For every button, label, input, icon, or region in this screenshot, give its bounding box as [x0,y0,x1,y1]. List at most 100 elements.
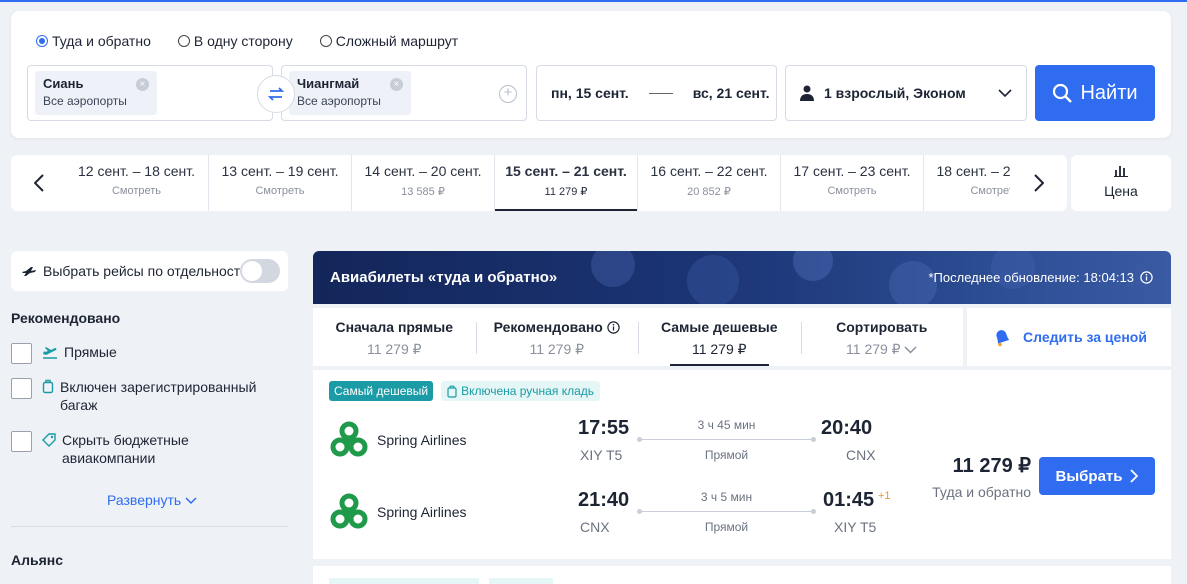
trip-type-label: Сложный маршрут [335,33,459,49]
flight-result-card[interactable]: Самый дешевый Включена ручная кладь Spri… [313,370,1171,559]
checkbox[interactable] [11,431,32,452]
search-button-label: Найти [1080,81,1138,104]
filter-text: Прямые [64,344,117,360]
bar-chart-icon [1114,166,1128,177]
hand-luggage-text: Включена ручная кладь [461,384,595,398]
carousel-sub: Смотреть [255,185,305,197]
origin-chip: Сиань Все аэропорты × [35,71,157,115]
passengers-display: 1 взрослый, Эконом [800,66,1026,120]
sort-label: Сначала прямые [313,319,476,335]
sort-direct-first[interactable]: Сначала прямые 11 279 ₽ [313,308,476,366]
spring-airlines-logo [330,493,368,529]
passengers-field[interactable]: 1 взрослый, Эконом [785,65,1027,121]
carousel-item[interactable]: 16 сент. – 22 сент. 20 852 ₽ [637,155,780,211]
stops-info: Прямой [704,520,749,534]
origin-field[interactable]: Сиань Все аэропорты × [27,65,273,121]
sort-dropdown[interactable]: Сортировать 11 279 ₽ [800,308,964,366]
arrival-time: 01:45 [823,489,875,511]
departure-time: 17:55 [578,417,630,439]
departure-time: 21:40 [578,489,630,511]
price-chart-button[interactable]: Цена [1071,155,1171,211]
bell-icon [996,330,1010,347]
search-button[interactable]: Найти [1035,65,1155,121]
last-update-text: *Последнее обновление: 18:04:13 [928,270,1134,285]
carousel-sub: Смотреть [970,185,1010,197]
carousel-range: 14 сент. – 20 сент. [364,163,482,179]
sort-label: Сортировать [801,319,964,335]
sort-label: Рекомендовано [476,319,639,335]
results-title: Авиабилеты «туда и обратно» [330,269,558,286]
filter-checked-baggage[interactable]: Включен зарегистрированный багаж [11,378,281,414]
result-badges: Самый дешевый Включена ручная кладь [329,381,601,401]
carousel-item[interactable]: 13 сент. – 19 сент. Смотреть [208,155,351,211]
filter-hide-budget[interactable]: Скрыть бюджетные авиакомпании [11,431,281,467]
sort-cheapest[interactable]: Самые дешевые 11 279 ₽ [638,308,801,366]
filter-direct[interactable]: Прямые [11,343,281,364]
flight-duration: 3 ч 45 мин [697,418,756,432]
airline-outbound: Spring Airlines [329,420,467,460]
swap-cities-button[interactable] [257,75,295,113]
carousel-item-selected[interactable]: 15 сент. – 21 сент. 11 279 ₽ [494,155,637,211]
sort-recommended[interactable]: Рекомендовано 11 279 ₽ [475,308,639,366]
trip-type-multicity[interactable]: Сложный маршрут [319,33,459,49]
airline-return: Spring Airlines [329,492,467,532]
separate-flights-toggle[interactable] [240,259,280,283]
dates-field[interactable]: пн, 15 сент. вс, 21 сент. [536,65,777,121]
filter-label: Скрыть бюджетные авиакомпании [42,431,281,467]
return-date: вс, 21 сент. [692,85,770,101]
sidebar-divider [11,526,288,527]
sort-price: 11 279 ₽ [801,341,964,358]
checkbox[interactable] [11,343,32,364]
sort-label-text: Сначала прямые [335,319,454,335]
checkbox[interactable] [11,378,32,399]
luggage-icon [447,385,457,398]
destination-field[interactable]: Чиангмай Все аэропорты × + [281,65,527,121]
recommended-title: Рекомендовано [11,310,121,326]
carousel-next-button[interactable] [1025,169,1053,197]
carousel-item[interactable]: 12 сент. – 18 сент. Смотреть [65,155,208,211]
trip-type-roundtrip[interactable]: Туда и обратно [36,33,151,49]
carousel-range: 16 сент. – 22 сент. [650,163,768,179]
carousel-item[interactable]: 17 сент. – 23 сент. Смотреть [780,155,923,211]
info-icon[interactable] [1140,271,1153,284]
stops-info: Прямой [704,448,749,462]
carousel-item[interactable]: 14 сент. – 20 сент. 13 585 ₽ [351,155,494,211]
airline-name: Spring Airlines [377,504,467,520]
plane-icon [22,267,36,276]
clear-destination-icon[interactable]: × [389,78,403,91]
dates-display: пн, 15 сент. вс, 21 сент. [551,66,776,120]
filter-text: Включен зарегистрированный багаж [60,379,257,413]
next-result-card[interactable] [313,566,1171,584]
origin-city: Сиань [43,76,84,91]
carousel-range: 17 сент. – 23 сент. [793,163,911,179]
sort-price-text: 11 279 ₽ [846,341,901,357]
route-line [637,437,816,442]
watch-price-button[interactable]: Следить за ценой [967,308,1171,366]
radio-icon [36,35,48,47]
top-accent-line [0,0,1187,2]
arrival-airport: XIY T5 [834,519,877,535]
search-icon [1053,83,1073,103]
carousel-prev-button[interactable] [25,169,53,197]
destination-city: Чиангмай [297,76,360,91]
carousel-sub: Смотреть [827,185,877,197]
info-icon[interactable] [607,320,620,334]
carousel-item[interactable]: 18 сент. – 24 сент. Смотреть [923,155,1010,211]
carousel-range: 13 сент. – 19 сент. [221,163,339,179]
expand-filters-link[interactable]: Развернуть [107,492,197,508]
sort-label: Самые дешевые [638,319,801,335]
last-update: *Последнее обновление: 18:04:13 [928,270,1153,285]
luggage-icon [42,379,54,394]
trip-type-oneway[interactable]: В одну сторону [177,33,293,49]
takeoff-icon [43,347,57,359]
flight-duration: 3 ч 5 мин [700,490,753,504]
total-price: 11 279 ₽ [952,455,1031,477]
add-destination-icon[interactable]: + [499,85,517,103]
price-type: Туда и обратно [932,484,1031,500]
tag-icon [42,433,56,447]
clear-origin-icon[interactable]: × [135,78,149,91]
sort-price: 11 279 ₽ [366,341,422,357]
select-flight-button[interactable]: Выбрать [1039,457,1155,495]
hand-luggage-badge: Включена ручная кладь [441,381,601,401]
search-form: Туда и обратно В одну сторону Сложный ма… [11,11,1171,138]
